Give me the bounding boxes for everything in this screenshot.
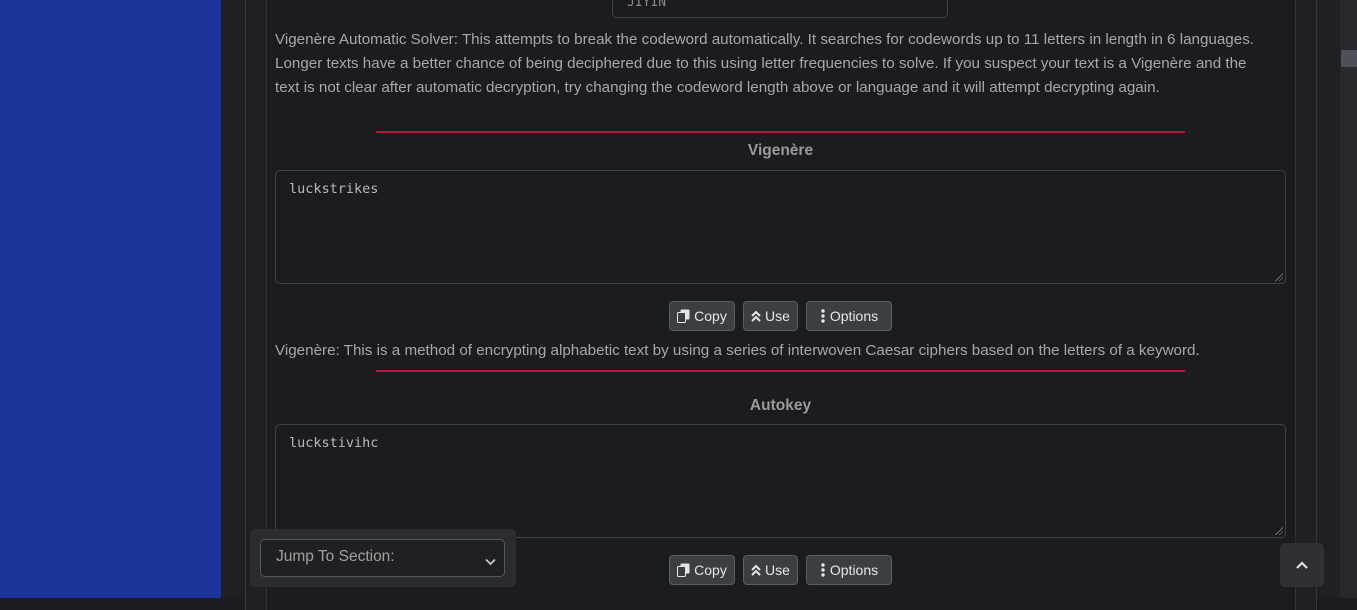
jump-to-section-select[interactable]: Jump To Section: xyxy=(260,539,505,577)
options-label: Options xyxy=(829,308,879,324)
vigenere-title: Vigenère xyxy=(747,142,814,159)
autokey-use-button[interactable]: Use xyxy=(743,555,798,585)
back-to-top-button[interactable] xyxy=(1280,543,1324,587)
use-label: Use xyxy=(765,308,790,324)
vigenere-options-button[interactable]: Options xyxy=(806,301,892,331)
codeword-field[interactable]: JIYIN xyxy=(612,0,948,18)
autokey-copy-button[interactable]: Copy xyxy=(669,555,735,585)
vigenere-use-button[interactable]: Use xyxy=(743,301,798,331)
chevron-down-icon xyxy=(485,553,496,571)
chevron-up-icon xyxy=(1296,556,1308,574)
scrollbar-thumb[interactable] xyxy=(1341,50,1357,67)
resize-grip-icon[interactable] xyxy=(1275,273,1283,281)
double-chevron-up-icon xyxy=(751,564,761,576)
jump-select-value: Jump To Section: xyxy=(276,548,395,565)
copy-label: Copy xyxy=(694,562,727,578)
vertical-ellipsis-icon xyxy=(820,309,826,323)
section-divider xyxy=(376,131,1185,133)
sidebar xyxy=(0,0,221,598)
vigenere-copy-button[interactable]: Copy xyxy=(669,301,735,331)
copy-icon xyxy=(677,563,690,577)
autokey-output-text: luckstivihc xyxy=(289,435,379,451)
vigenere-description: Vigenère: This is a method of encrypting… xyxy=(275,342,1200,359)
options-label: Options xyxy=(829,562,879,578)
copy-label: Copy xyxy=(694,308,727,324)
vigenere-output[interactable]: luckstrikes xyxy=(275,170,1286,284)
scrollbar-track[interactable] xyxy=(1340,0,1357,598)
section-divider xyxy=(376,370,1185,372)
solver-description: Vigenère Automatic Solver: This attempts… xyxy=(275,31,1255,96)
double-chevron-up-icon xyxy=(751,310,761,322)
autokey-options-button[interactable]: Options xyxy=(806,555,892,585)
autokey-output[interactable]: luckstivihc xyxy=(275,424,1286,538)
vigenere-output-text: luckstrikes xyxy=(289,181,379,197)
use-label: Use xyxy=(765,562,790,578)
resize-grip-icon[interactable] xyxy=(1275,527,1283,535)
vertical-ellipsis-icon xyxy=(820,563,826,577)
copy-icon xyxy=(677,309,690,323)
autokey-title: Autokey xyxy=(749,397,812,414)
